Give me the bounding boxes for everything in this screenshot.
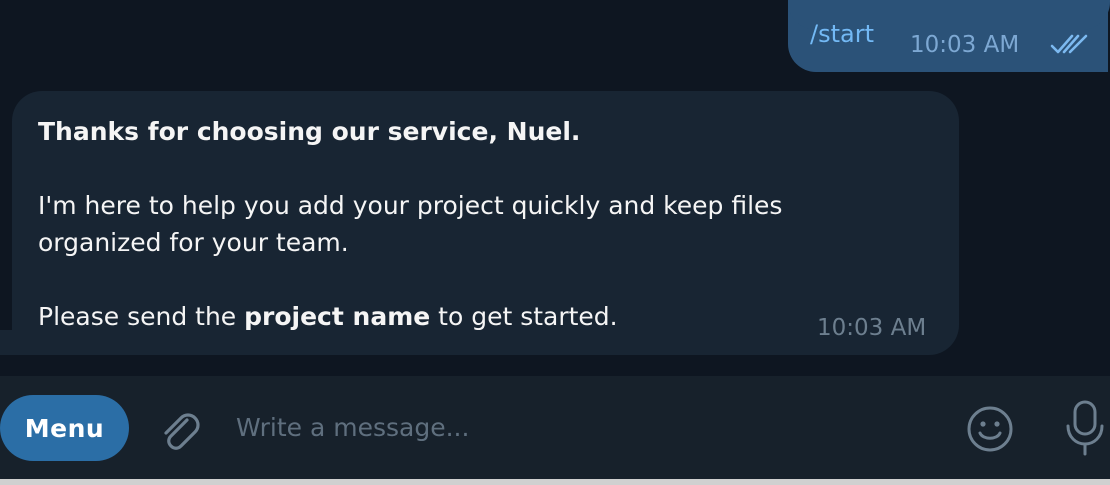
paperclip-icon[interactable]: [154, 406, 202, 454]
outgoing-message-text: /start: [810, 20, 874, 48]
instruction-paragraph: Please send the project name to get star…: [38, 302, 618, 331]
incoming-message-time: 10:03 AM: [817, 315, 927, 341]
menu-button[interactable]: Menu: [0, 395, 129, 461]
smiley-icon[interactable]: [965, 404, 1015, 454]
chat-area: /start 10:03 AM Thanks for choosing our …: [0, 0, 1110, 376]
help-paragraph: I'm here to help you add your project qu…: [38, 191, 783, 257]
message-composer: Menu: [0, 376, 1110, 479]
incoming-message-text: Thanks for choosing our service, Nuel. I…: [38, 113, 838, 335]
outgoing-message-bubble[interactable]: /start 10:03 AM: [788, 0, 1110, 72]
microphone-icon[interactable]: [1060, 398, 1110, 458]
outgoing-message-time: 10:03 AM: [910, 32, 1020, 58]
greeting-line: Thanks for choosing our service, Nuel.: [38, 117, 581, 146]
project-name-emphasis: project name: [244, 302, 431, 331]
message-input[interactable]: [234, 404, 938, 450]
double-check-icon: [1050, 34, 1088, 54]
incoming-message-bubble[interactable]: Thanks for choosing our service, Nuel. I…: [12, 91, 959, 355]
window-bottom-edge: [0, 479, 1110, 485]
